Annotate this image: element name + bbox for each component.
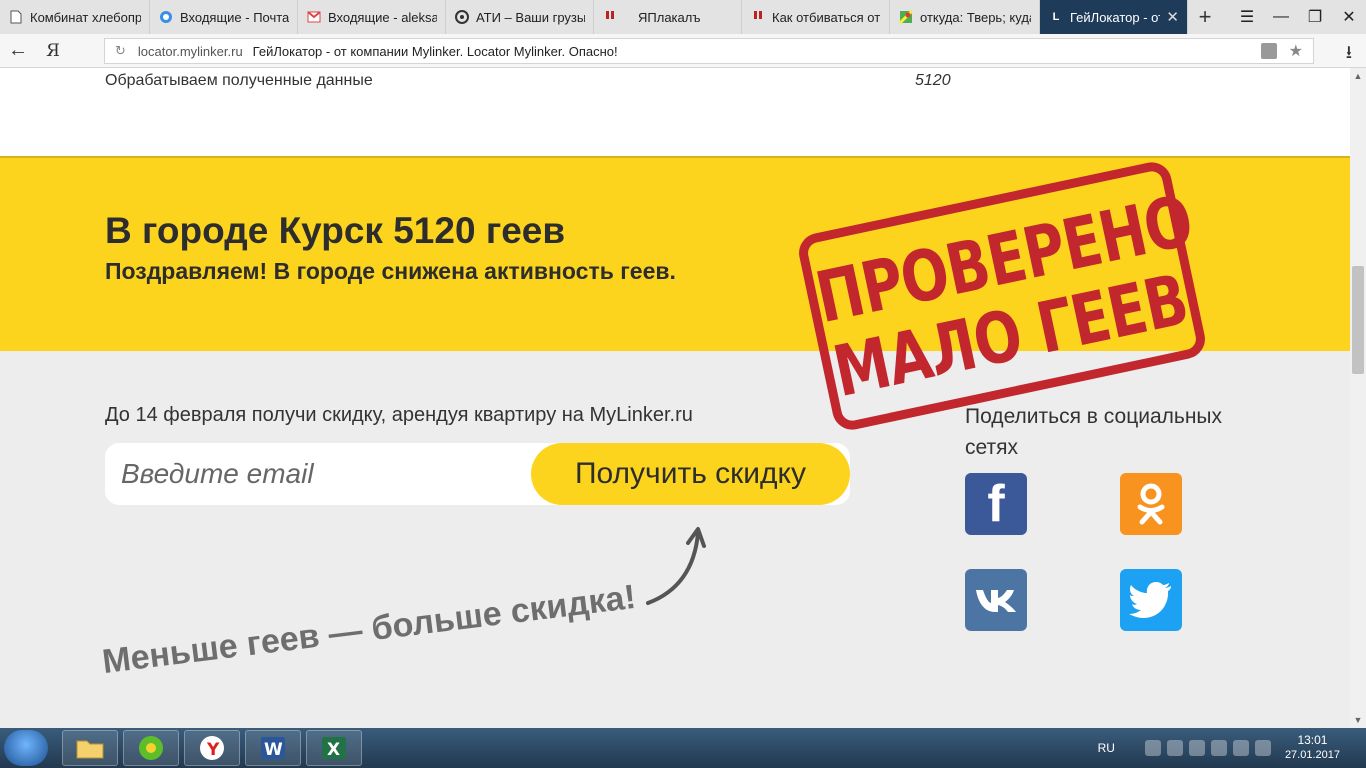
back-button[interactable]: ← xyxy=(0,34,36,68)
url-domain: locator.mylinker.ru xyxy=(137,43,243,59)
slogan-text: Меньше геев — больше скидка! xyxy=(100,577,638,682)
bookmark-star-icon[interactable]: ★ xyxy=(1289,41,1303,61)
email-placeholder: Введите email xyxy=(121,458,314,489)
window-controls: ☰ — ❐ ✕ xyxy=(1230,0,1366,34)
restore-button[interactable]: ❐ xyxy=(1298,0,1332,34)
language-indicator[interactable]: RU xyxy=(1098,741,1115,755)
clock[interactable]: 13:01 27.01.2017 xyxy=(1285,733,1340,763)
tab-kak-otbivatsya[interactable]: Как отбиваться от xyxy=(742,0,890,34)
share-title: Поделиться в социальных сетях xyxy=(965,405,1223,459)
protect-icon[interactable] xyxy=(1261,43,1277,59)
download-icon[interactable]: ⭳ xyxy=(1346,40,1352,70)
clock-date: 27.01.2017 xyxy=(1284,749,1340,761)
tab-gmail[interactable]: Входящие - aleksar xyxy=(298,0,446,34)
mail-icon xyxy=(158,9,174,25)
taskbar: Y W X RU 13:01 27.01.2017 xyxy=(0,728,1366,768)
ati-icon xyxy=(454,9,470,25)
scroll-thumb[interactable] xyxy=(1352,266,1364,374)
tab-yaplakal[interactable]: ЯПлакалъ xyxy=(594,0,742,34)
reload-icon[interactable]: ↻ xyxy=(115,43,126,59)
url-field[interactable]: ↻ locator.mylinker.ru ГейЛокатор - от ко… xyxy=(104,38,1314,64)
tray-app-icon[interactable] xyxy=(1232,740,1249,756)
scroll-down-icon[interactable]: ▼ xyxy=(1350,712,1366,728)
clock-time: 13:01 xyxy=(1297,733,1328,747)
facebook-icon[interactable]: f xyxy=(965,473,1027,535)
odnoklassniki-icon[interactable] xyxy=(1120,473,1182,535)
volume-icon[interactable] xyxy=(1254,740,1271,756)
tray-icons xyxy=(1144,740,1271,756)
network-icon[interactable] xyxy=(1210,740,1227,756)
maps-icon xyxy=(898,9,914,25)
word-icon[interactable]: W xyxy=(245,730,301,766)
excel-icon[interactable]: X xyxy=(306,730,362,766)
url-page-title: ГейЛокатор - от компании Mylinker. Locat… xyxy=(252,43,618,59)
close-tab-icon[interactable]: ✕ xyxy=(1166,8,1179,26)
minimize-button[interactable]: — xyxy=(1264,0,1298,34)
promo-text: До 14 февраля получи скидку, арендуя ква… xyxy=(105,404,693,426)
page-content: Обрабатываем полученные данные 5120 В го… xyxy=(0,68,1350,728)
icq-icon[interactable] xyxy=(123,730,179,766)
svg-text:W: W xyxy=(264,740,283,760)
tab-kombinat[interactable]: Комбинат хлебопр xyxy=(0,0,150,34)
tab-strip: Комбинат хлебопр Входящие - Почта Входящ… xyxy=(0,0,1366,34)
tray-app-icon[interactable] xyxy=(1166,740,1183,756)
svg-text:Y: Y xyxy=(206,740,220,760)
yandex-browser-icon[interactable]: Y xyxy=(184,730,240,766)
tab-mail[interactable]: Входящие - Почта xyxy=(150,0,298,34)
yandex-button[interactable]: Я xyxy=(36,34,70,68)
tab-ati[interactable]: АТИ – Ваши грузы xyxy=(446,0,594,34)
tab-maps[interactable]: откуда: Тверь; куда xyxy=(890,0,1040,34)
promo-section: До 14 февраля получи скидку, арендуя ква… xyxy=(0,351,1350,728)
processing-label: Обрабатываем полученные данные xyxy=(105,72,373,89)
yaplakal-icon xyxy=(602,9,618,25)
address-bar: ← Я ↻ locator.mylinker.ru ГейЛокатор - о… xyxy=(0,34,1366,68)
vertical-scrollbar[interactable]: ▲ ▼ xyxy=(1350,68,1366,728)
processing-value: 5120 xyxy=(915,72,951,89)
close-window-button[interactable]: ✕ xyxy=(1332,0,1366,34)
locator-icon: L xyxy=(1052,11,1060,23)
tray-app-icon[interactable] xyxy=(1188,740,1205,756)
get-discount-button[interactable]: Получить скидку xyxy=(531,443,850,505)
arrow-icon xyxy=(646,527,706,605)
explorer-icon[interactable] xyxy=(62,730,118,766)
gmail-icon xyxy=(306,9,322,25)
start-button[interactable] xyxy=(4,730,48,766)
menu-icon[interactable]: ☰ xyxy=(1230,0,1264,34)
page-icon xyxy=(8,9,24,25)
result-subtitle: Поздравляем! В городе снижена активность… xyxy=(105,258,676,284)
twitter-icon[interactable] xyxy=(1120,569,1182,631)
scroll-up-icon[interactable]: ▲ xyxy=(1350,68,1366,84)
system-tray: RU 13:01 27.01.2017 xyxy=(1098,728,1366,768)
new-tab-button[interactable]: + xyxy=(1188,0,1222,34)
result-title: В городе Курск 5120 геев xyxy=(105,210,566,251)
yaplakal-icon xyxy=(750,9,766,25)
tab-geylocator[interactable]: L ГейЛокатор - от ✕ xyxy=(1040,0,1188,34)
vk-icon[interactable] xyxy=(965,569,1027,631)
tray-app-icon[interactable] xyxy=(1144,740,1161,756)
svg-text:X: X xyxy=(327,740,340,760)
